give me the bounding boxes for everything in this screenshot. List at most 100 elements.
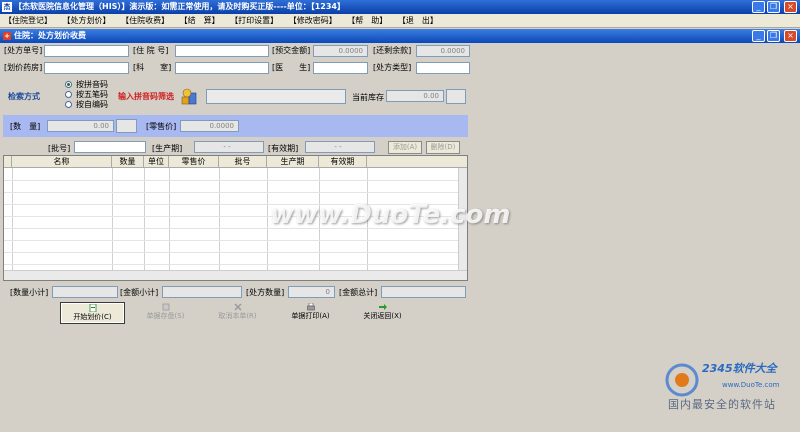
price-label: [零售价] [146, 122, 177, 131]
menu-item-admission[interactable]: 【住院登记】 [0, 14, 56, 28]
brand-logo-icon [665, 363, 699, 397]
add-button[interactable]: 添加(A) [388, 141, 422, 154]
dept-label: [科 室] [133, 63, 172, 72]
pharmacy-field[interactable] [44, 62, 129, 74]
new-document-icon [89, 304, 96, 312]
prepay-label: [预交金额] [272, 46, 311, 55]
col-name[interactable]: 名称 [12, 156, 112, 168]
grid-row-line [4, 192, 459, 193]
price-field: 0.0000 [180, 120, 239, 132]
menu-item-settlement[interactable]: 【结 算】 [176, 14, 224, 28]
col-mfg[interactable]: 生产期 [267, 156, 319, 168]
amt-subtotal-label: [金额小计] [120, 288, 159, 297]
rx-no-field[interactable] [44, 45, 129, 57]
grid-row-line [4, 240, 459, 241]
exp-date-field[interactable]: - - [305, 141, 375, 153]
doctor-field[interactable] [313, 62, 368, 74]
qty-field[interactable]: 0.00 [47, 120, 114, 132]
inpatient-no-label: [住 院 号] [133, 46, 169, 55]
doctor-label: [医 生] [272, 63, 311, 72]
pharmacy-label: [划价药房] [4, 63, 43, 72]
dept-field[interactable] [175, 62, 269, 74]
menu-bar: 【住院登记】 【处方划价】 【住院收费】 【结 算】 【打印设置】 【修改密码】… [0, 14, 800, 28]
app-title: 【杰软医院信息化管理（HIS）】演示版：如需正常使用，请及时购买正版----单位… [14, 2, 345, 11]
close-button[interactable]: × [784, 1, 797, 13]
sub-maximize-button[interactable]: ❐ [767, 30, 780, 42]
start-pricing-button[interactable]: 开始划价(C) [60, 302, 125, 324]
grid-indicator-col [4, 156, 12, 168]
qty-subtotal-field [52, 286, 118, 298]
qty-unit-field [116, 119, 137, 133]
radio-pinyin[interactable] [65, 81, 72, 88]
qty-subtotal-label: [数量小计] [10, 288, 49, 297]
stock-field: 0.00 [386, 90, 444, 102]
app-title-bar: 杰 【杰软医院信息化管理（HIS）】演示版：如需正常使用，请及时购买正版----… [0, 0, 800, 14]
menu-item-help[interactable]: 【帮 助】 [343, 14, 391, 28]
duote-watermark: www.DuoTe.com [270, 200, 511, 230]
save-icon [162, 303, 169, 311]
drug-search-icon[interactable] [180, 88, 200, 106]
rx-type-label: [处方类型] [373, 63, 412, 72]
col-batch[interactable]: 批号 [219, 156, 267, 168]
grid-vline [144, 168, 145, 270]
col-unit[interactable]: 单位 [144, 156, 169, 168]
save-document-label: 单据存盘(S) [146, 312, 185, 320]
radio-wubi[interactable] [65, 91, 72, 98]
grid-horizontal-scrollbar[interactable] [4, 270, 467, 280]
start-pricing-label: 开始划价(C) [73, 313, 112, 321]
grid-row-line [4, 252, 459, 253]
minimize-button[interactable]: _ [752, 1, 765, 13]
delete-button[interactable]: 删除(D) [426, 141, 460, 154]
mfg-date-field[interactable]: - - [194, 141, 264, 153]
sub-close-button[interactable]: × [784, 30, 797, 42]
batch-field[interactable] [74, 141, 146, 153]
subwindow-title-bar: + 住院：处方划价收费 [0, 29, 800, 43]
print-document-label: 单据打印(A) [291, 312, 330, 320]
cancel-document-label: 取消本单(R) [218, 312, 257, 320]
maximize-button[interactable]: ❐ [767, 1, 780, 13]
subwindow-icon: + [3, 32, 11, 40]
rx-type-field[interactable] [416, 62, 470, 74]
batch-label: [批号] [48, 144, 71, 153]
menu-item-change-password[interactable]: 【修改密码】 [285, 14, 341, 28]
close-return-label: 关闭返回(X) [363, 312, 402, 320]
menu-item-pricing[interactable]: 【处方划价】 [59, 14, 115, 28]
menu-item-print-settings[interactable]: 【打印设置】 [226, 14, 282, 28]
brand-watermark: 2345软件大全 www.DuoTe.com 国内最安全的软件站 [662, 360, 800, 430]
grid-vline [12, 168, 13, 270]
brand-url-text: www.DuoTe.com [722, 381, 780, 389]
mfg-date-label: [生产期] [152, 144, 183, 153]
printer-icon [306, 303, 315, 311]
grid-row-line [4, 180, 459, 181]
pinyin-filter-input[interactable] [206, 89, 346, 104]
menu-item-billing[interactable]: 【住院收费】 [117, 14, 173, 28]
amt-total-label: [金额总计] [339, 288, 378, 297]
col-exp[interactable]: 有效期 [319, 156, 367, 168]
save-document-button[interactable]: 单据存盘(S) [133, 302, 198, 324]
subwindow-title: 住院：处方划价收费 [14, 31, 86, 40]
menu-item-exit[interactable]: 【退 出】 [394, 14, 442, 28]
brand-2345-text: 2345软件大全 [702, 362, 777, 375]
balance-label: [还剩余款] [373, 46, 412, 55]
radio-custom-code-label: 按自编码 [76, 100, 108, 109]
print-document-button[interactable]: 单据打印(A) [278, 302, 343, 324]
grid-vline [219, 168, 220, 270]
amt-total-field [381, 286, 466, 298]
sub-minimize-button[interactable]: _ [752, 30, 765, 42]
col-price[interactable]: 零售价 [169, 156, 219, 168]
grid-vline [169, 168, 170, 270]
amt-subtotal-field [162, 286, 242, 298]
stock-unit-field [446, 89, 466, 104]
col-qty[interactable]: 数量 [112, 156, 144, 168]
qty-label: [数 量] [10, 122, 41, 131]
grid-vline [112, 168, 113, 270]
balance-field: 0.0000 [416, 45, 470, 57]
inpatient-no-field[interactable] [175, 45, 269, 57]
close-return-button[interactable]: 关闭返回(X) [350, 302, 415, 324]
grid-header: 名称 数量 单位 零售价 批号 生产期 有效期 [4, 156, 467, 168]
radio-custom-code[interactable] [65, 101, 72, 108]
app-icon: 杰 [2, 2, 12, 12]
brand-slogan: 国内最安全的软件站 [668, 398, 776, 411]
cancel-document-button[interactable]: 取消本单(R) [205, 302, 270, 324]
prepay-field: 0.0000 [313, 45, 368, 57]
